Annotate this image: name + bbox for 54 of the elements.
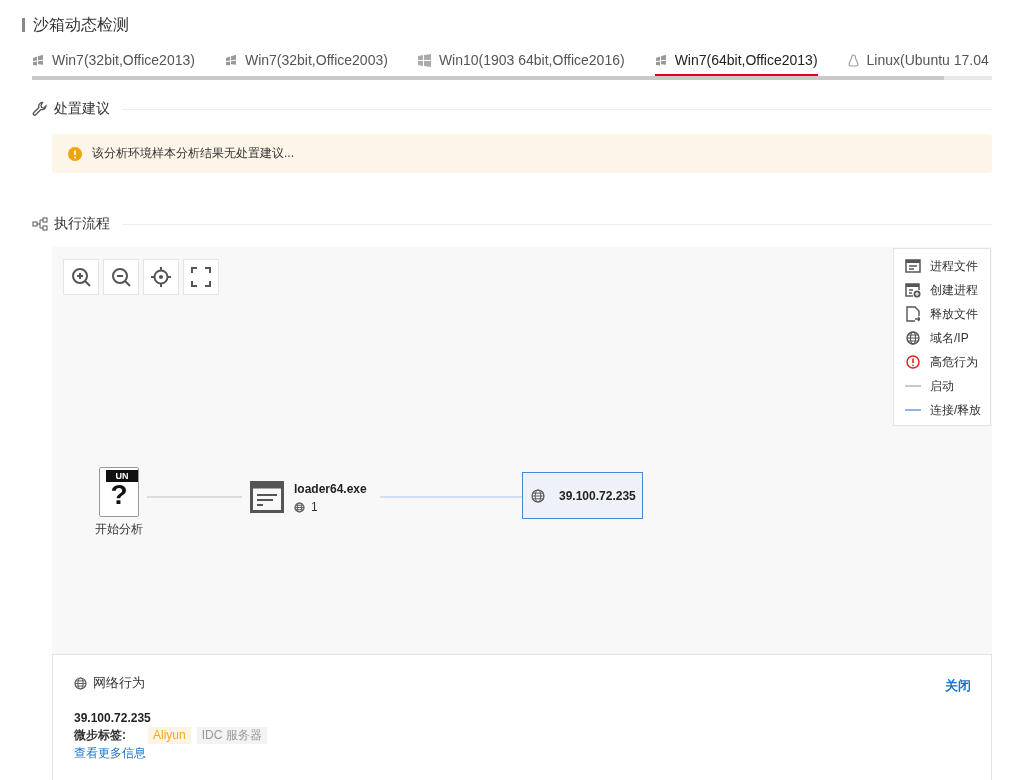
window-icon: [250, 481, 284, 513]
warning-circle-icon: [905, 355, 920, 369]
legend-label: 创建进程: [930, 281, 978, 299]
legend-label: 释放文件: [930, 305, 978, 323]
panel-title: 网络行为: [93, 674, 145, 692]
windows-logo-icon: [224, 54, 237, 66]
line-icon: [904, 409, 921, 411]
alert-message: 该分析环境样本分析结果无处置建议...: [92, 145, 294, 162]
globe-icon: [531, 488, 545, 503]
line-icon: [904, 385, 921, 387]
legend-label: 高危行为: [930, 353, 978, 371]
os-tab[interactable]: Win7(32bit,Office2003): [224, 50, 388, 76]
flow-chart-icon: [32, 217, 48, 231]
window-icon: [904, 259, 921, 273]
target-icon: [151, 267, 171, 287]
legend-label: 进程文件: [930, 257, 978, 275]
target-button[interactable]: [143, 259, 179, 295]
legend-label: 启动: [930, 377, 954, 395]
process-name: loader64.exe: [294, 481, 367, 497]
zoom-in-button[interactable]: [63, 259, 99, 295]
section-title: 执行流程: [54, 215, 110, 233]
os-tab[interactable]: Win7(32bit,Office2013): [32, 50, 195, 76]
file-arrow-icon: [905, 306, 920, 322]
legend-label: 域名/IP: [930, 329, 969, 347]
fullscreen-icon: [191, 267, 211, 287]
node-label: 开始分析: [95, 521, 143, 538]
more-info-link[interactable]: 查看更多信息: [74, 745, 146, 762]
globe-icon: [294, 501, 305, 513]
zoom-out-icon: [111, 267, 131, 287]
windows-logo-icon: [32, 54, 44, 66]
ip-node[interactable]: 39.100.72.235: [522, 472, 643, 519]
tags-label: 微步标签:: [74, 727, 126, 744]
close-link[interactable]: 关闭: [945, 677, 971, 695]
os-tab[interactable]: Linux(Ubuntu 17.04: [847, 50, 989, 76]
globe-icon: [74, 676, 87, 690]
linux-logo-icon: [847, 53, 859, 67]
window-plus-icon: [904, 282, 921, 298]
fullscreen-button[interactable]: [183, 259, 219, 295]
wrench-icon: [32, 101, 48, 117]
tag: Aliyun: [148, 727, 191, 744]
tag: IDC 服务器: [196, 727, 267, 744]
ip-address: 39.100.72.235: [74, 711, 152, 725]
network-count: 1: [311, 500, 318, 514]
zoom-out-button[interactable]: [103, 259, 139, 295]
globe-icon: [905, 331, 920, 345]
section-title: 处置建议: [54, 100, 110, 118]
page-title: 沙箱动态检测: [33, 14, 129, 35]
zoom-in-icon: [71, 267, 91, 287]
windows-logo-icon: [654, 54, 667, 66]
info-icon: [68, 146, 82, 161]
legend-label: 连接/释放: [930, 401, 982, 419]
windows-logo-icon: [417, 53, 431, 67]
unknown-file-icon: UN ?: [99, 467, 139, 517]
os-tab[interactable]: Win10(1903 64bit,Office2016): [417, 50, 625, 76]
